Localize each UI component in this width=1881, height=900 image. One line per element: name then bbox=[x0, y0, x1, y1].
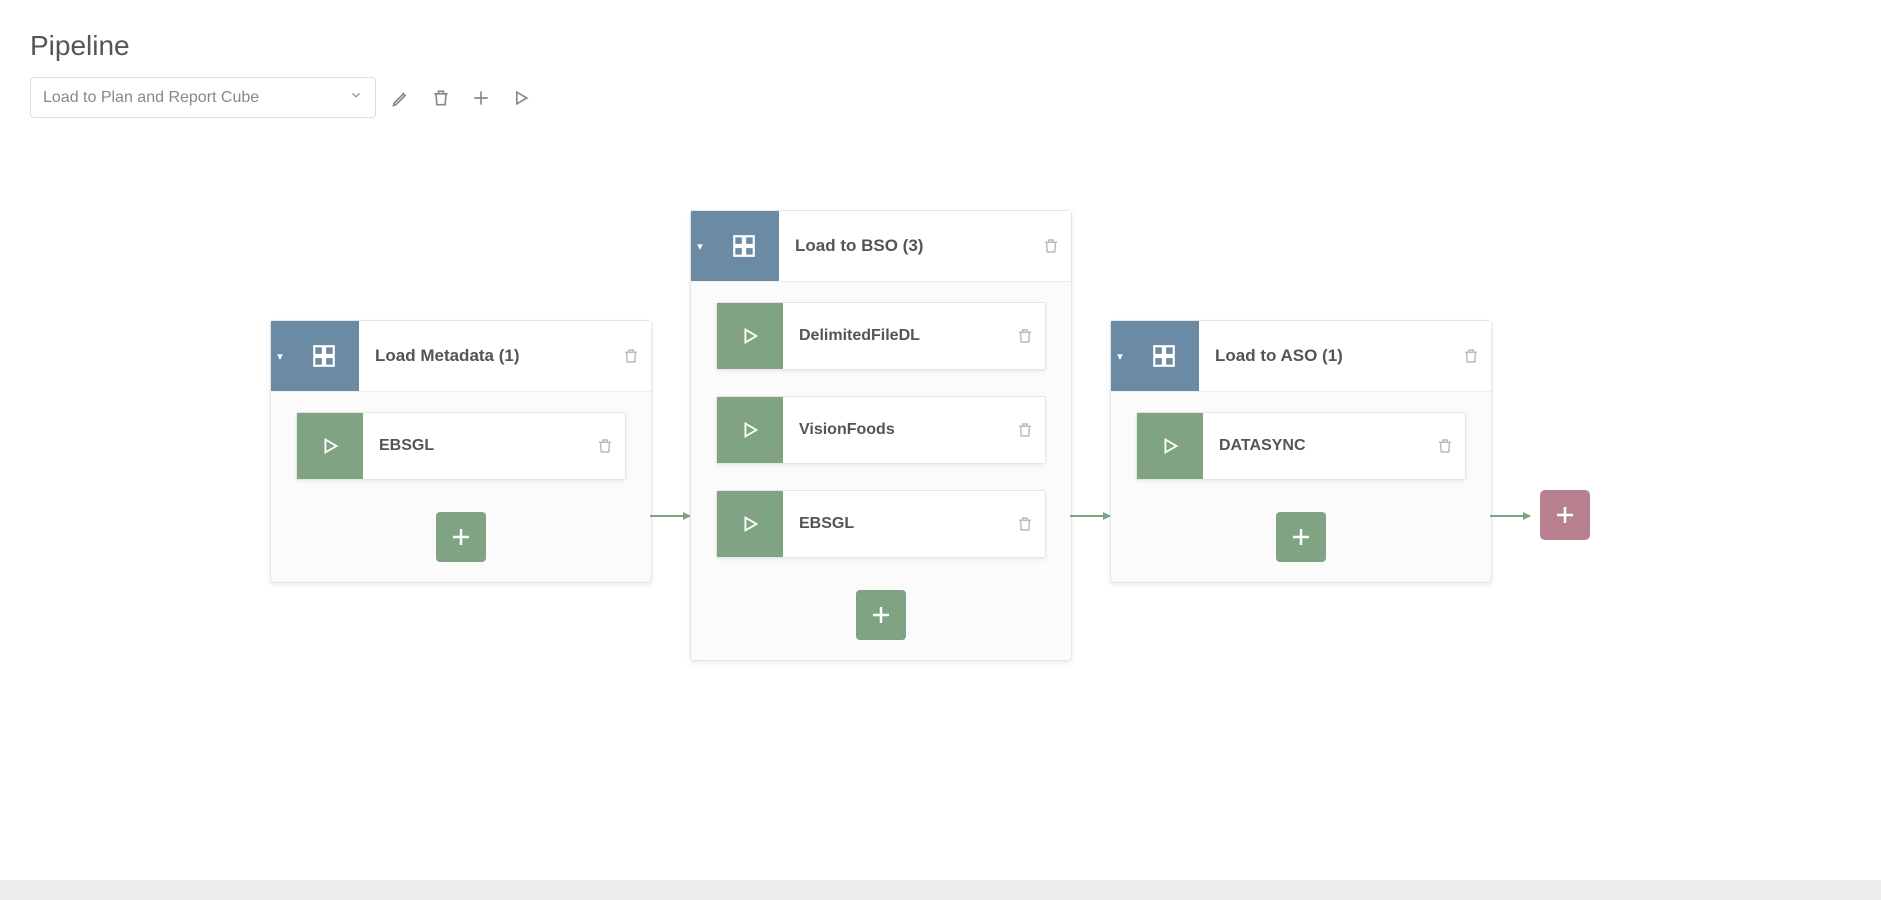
stage-title: Load Metadata (1) bbox=[359, 321, 611, 391]
job-run-button[interactable] bbox=[717, 303, 783, 369]
stage-card: ▾ Load to BSO (3) DelimitedFileDL Vision… bbox=[690, 210, 1072, 661]
pipeline-canvas: ▾ Load Metadata (1) EBSGL ▾ Load to BSO … bbox=[0, 190, 1881, 900]
chevron-down-icon bbox=[349, 88, 363, 107]
stage-type-icon bbox=[1129, 321, 1199, 391]
stage-body: DATASYNC bbox=[1111, 392, 1491, 582]
job-run-button[interactable] bbox=[297, 413, 363, 479]
add-button[interactable] bbox=[466, 83, 496, 113]
flow-arrow bbox=[1070, 515, 1110, 518]
job-delete-button[interactable] bbox=[1005, 421, 1045, 439]
stage-title: Load to BSO (3) bbox=[779, 211, 1031, 281]
job-row: EBSGL bbox=[716, 490, 1046, 558]
stage-header: ▾ Load to BSO (3) bbox=[691, 211, 1071, 282]
stage-body: EBSGL bbox=[271, 392, 651, 582]
stage-card: ▾ Load to ASO (1) DATASYNC bbox=[1110, 320, 1492, 583]
stage-delete-button[interactable] bbox=[1031, 211, 1071, 281]
job-delete-button[interactable] bbox=[1005, 327, 1045, 345]
edit-button[interactable] bbox=[386, 83, 416, 113]
flow-arrow bbox=[650, 515, 690, 518]
stage-header: ▾ Load Metadata (1) bbox=[271, 321, 651, 392]
stage-type-icon bbox=[289, 321, 359, 391]
job-row: VisionFoods bbox=[716, 396, 1046, 464]
add-stage-button[interactable] bbox=[1540, 490, 1590, 540]
delete-button[interactable] bbox=[426, 83, 456, 113]
job-run-button[interactable] bbox=[717, 397, 783, 463]
footer-bar bbox=[0, 880, 1881, 900]
stage-expander[interactable]: ▾ bbox=[271, 321, 289, 391]
stage-delete-button[interactable] bbox=[1451, 321, 1491, 391]
flow-arrow bbox=[1490, 515, 1530, 518]
pipeline-select[interactable]: Load to Plan and Report Cube bbox=[30, 77, 376, 118]
add-job-button[interactable] bbox=[1276, 512, 1326, 562]
add-job-button[interactable] bbox=[856, 590, 906, 640]
toolbar: Load to Plan and Report Cube bbox=[0, 62, 1881, 118]
job-row: DATASYNC bbox=[1136, 412, 1466, 480]
job-name: EBSGL bbox=[783, 515, 1005, 533]
page-title: Pipeline bbox=[0, 0, 1881, 62]
job-run-button[interactable] bbox=[1137, 413, 1203, 479]
job-delete-button[interactable] bbox=[1005, 515, 1045, 533]
stage-expander[interactable]: ▾ bbox=[1111, 321, 1129, 391]
stage-type-icon bbox=[709, 211, 779, 281]
job-name: VisionFoods bbox=[783, 421, 1005, 439]
job-name: DATASYNC bbox=[1203, 437, 1425, 455]
stage-card: ▾ Load Metadata (1) EBSGL bbox=[270, 320, 652, 583]
run-button[interactable] bbox=[506, 83, 536, 113]
job-delete-button[interactable] bbox=[1425, 437, 1465, 455]
stage-header: ▾ Load to ASO (1) bbox=[1111, 321, 1491, 392]
job-row: DelimitedFileDL bbox=[716, 302, 1046, 370]
job-row: EBSGL bbox=[296, 412, 626, 480]
job-delete-button[interactable] bbox=[585, 437, 625, 455]
job-name: EBSGL bbox=[363, 437, 585, 455]
pipeline-select-label: Load to Plan and Report Cube bbox=[43, 89, 259, 107]
stage-title: Load to ASO (1) bbox=[1199, 321, 1451, 391]
stage-delete-button[interactable] bbox=[611, 321, 651, 391]
stage-expander[interactable]: ▾ bbox=[691, 211, 709, 281]
job-name: DelimitedFileDL bbox=[783, 327, 1005, 345]
job-run-button[interactable] bbox=[717, 491, 783, 557]
add-job-button[interactable] bbox=[436, 512, 486, 562]
stage-body: DelimitedFileDL VisionFoods EBSGL bbox=[691, 282, 1071, 660]
